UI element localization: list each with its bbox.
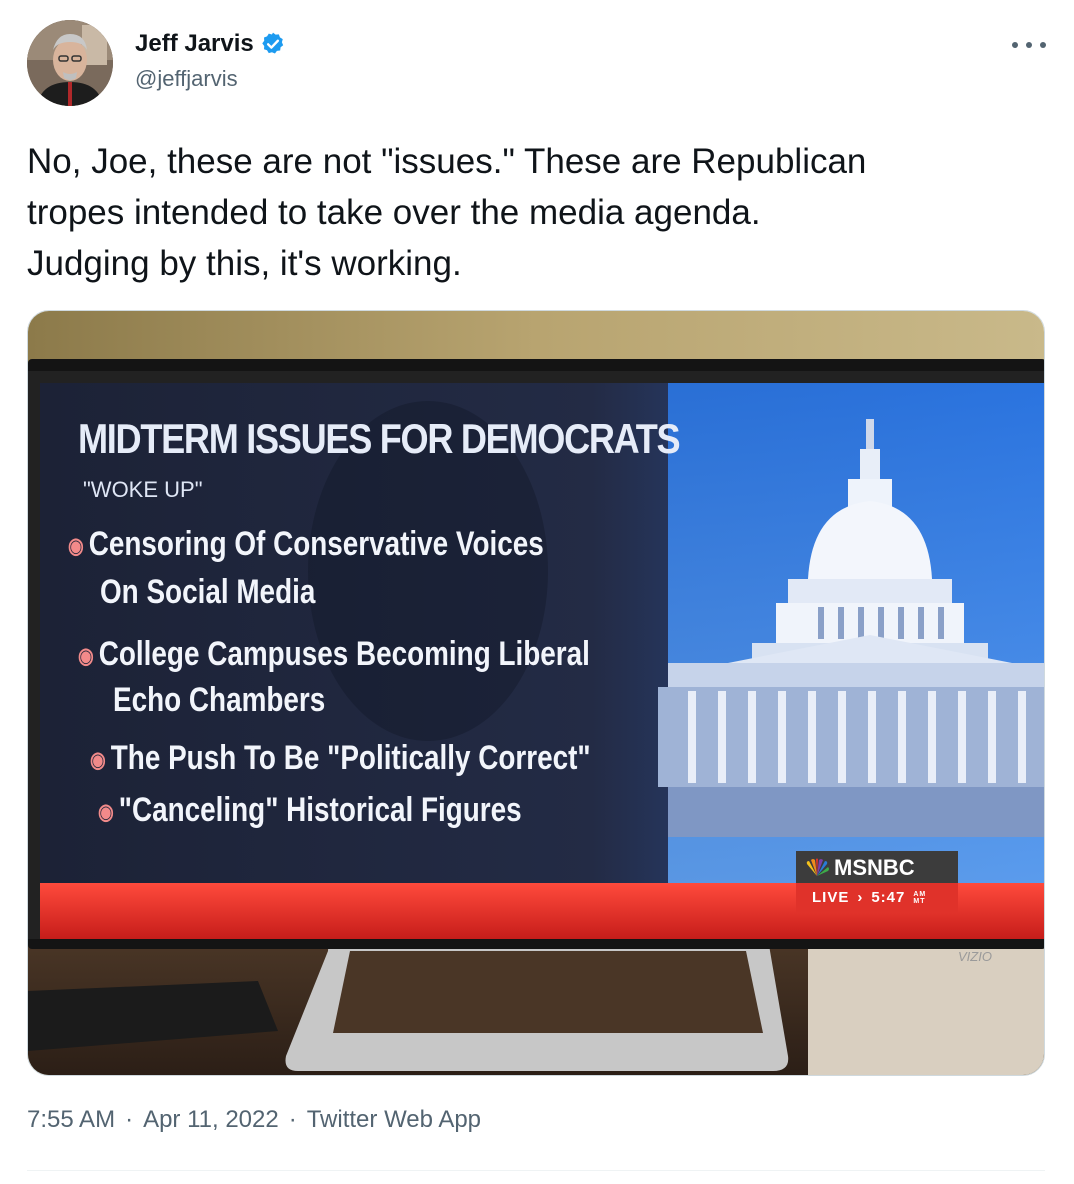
tweet-source[interactable]: Twitter Web App [307,1106,481,1134]
separator: · [288,1106,297,1133]
tv-photo: VIZIO [28,311,1044,1075]
tweet-text: No, Joe, these are not "issues." These a… [27,136,1037,289]
verified-badge-icon [260,31,286,57]
divider [27,1170,1045,1171]
dot [1012,42,1018,48]
author-handle[interactable]: @jeffjarvis [135,66,238,92]
tweet-card: Jeff Jarvis @jeffjarvis No, Joe, these a… [0,0,1074,1184]
author-name-row[interactable]: Jeff Jarvis [135,30,286,58]
display-name[interactable]: Jeff Jarvis [135,30,254,58]
tweet-date[interactable]: Apr 11, 2022 [143,1106,279,1134]
tweet-text-line: tropes intended to take over the media a… [27,193,761,232]
dot [1040,42,1046,48]
tweet-text-line: No, Joe, these are not "issues." These a… [27,142,867,181]
tweet-photo[interactable]: VIZIO MIDTERM ISSUES FOR DEMOCRATS "WOKE… [27,310,1045,1076]
avatar[interactable] [27,20,113,106]
separator: · [125,1106,134,1133]
dot [1026,42,1032,48]
more-options-icon[interactable] [1012,30,1046,60]
tv-brand: VIZIO [958,949,992,964]
avatar-photo [27,20,113,106]
tweet-time[interactable]: 7:55 AM [27,1106,115,1134]
tweet-meta: 7:55 AM · Apr 11, 2022 · Twitter Web App [27,1106,481,1134]
tweet-text-line: Judging by this, it's working. [27,244,462,283]
